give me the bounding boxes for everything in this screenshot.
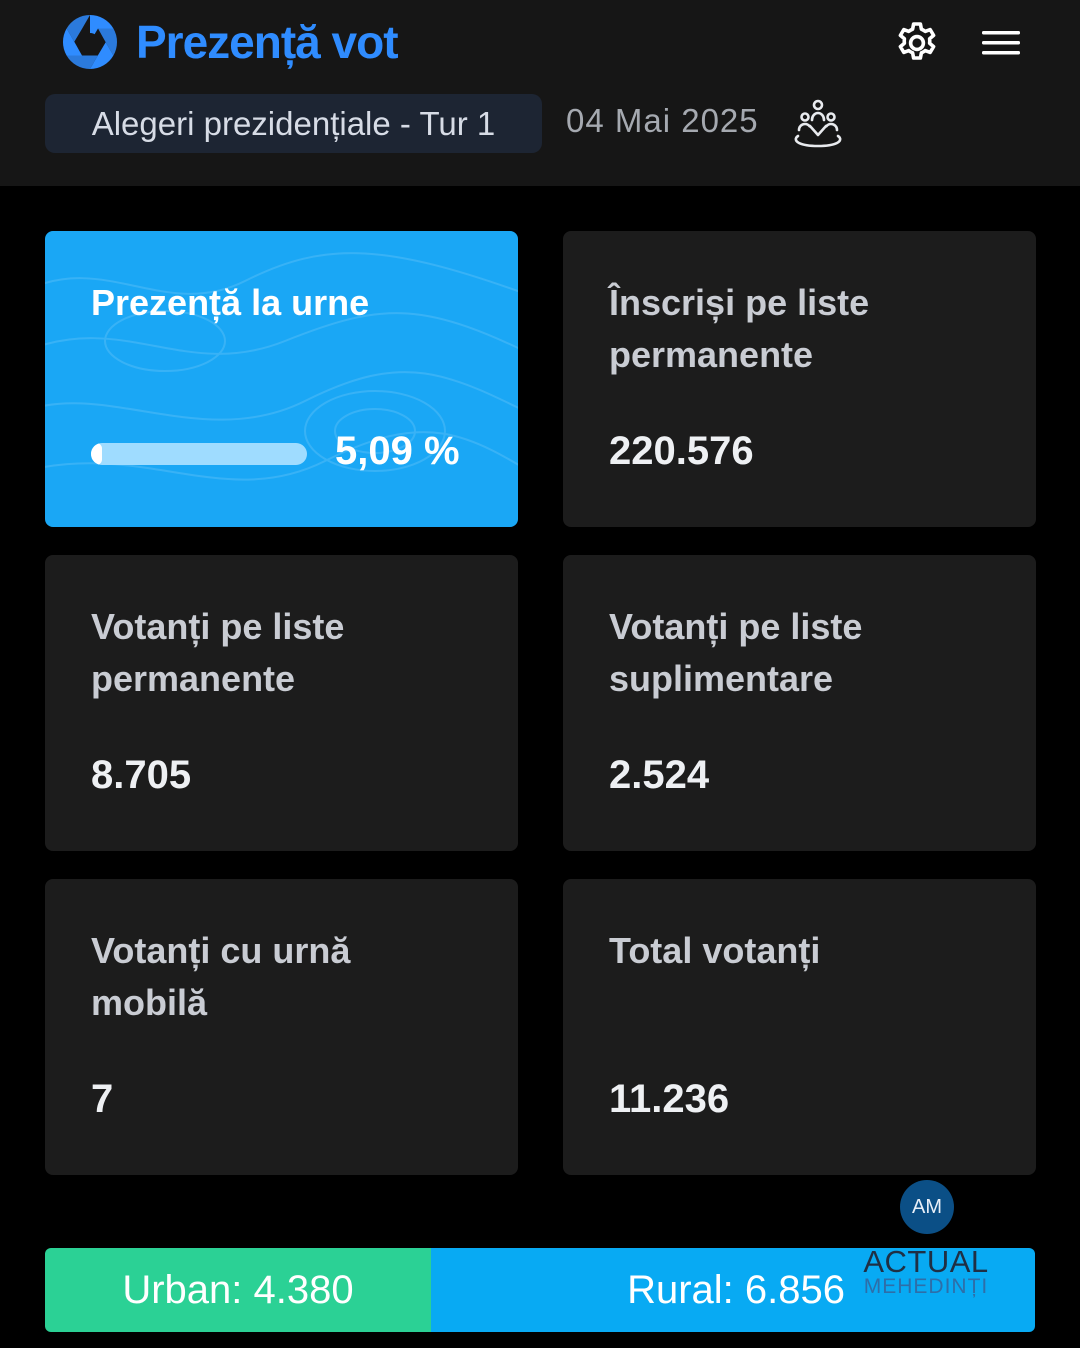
watermark-badge: AM [900,1180,954,1234]
election-date: 04 Mai 2025 [566,102,759,139]
voters-supplementary-card[interactable]: Votanți pe liste suplimentare 2.524 [563,555,1036,851]
registered-permanent-card[interactable]: Înscriși pe liste permanente 220.576 [563,231,1036,527]
app-title: Prezență vot [136,16,399,68]
settings-button[interactable] [892,18,942,68]
turnout-card[interactable]: Prezență la urne 5,09 % [45,231,518,527]
election-selector[interactable]: Alegeri prezidențiale - Tur 1 [45,94,542,153]
topographic-pattern [45,252,518,481]
hamburger-menu-icon [982,31,1020,55]
urban-segment: Urban: 4.380 [45,1248,431,1332]
turnout-progress-bar [91,443,307,465]
map-view-button[interactable] [790,96,846,152]
menu-button[interactable] [976,18,1026,68]
top-bar: Prezență vot Alegeri prezidențiale - Tur… [0,0,1080,186]
registered-permanent-label: Înscriși pe liste permanente [609,282,870,375]
urban-rural-split-bar[interactable]: Urban: 4.380 Rural: 6.856 [45,1248,1035,1332]
voters-supplementary-label: Votanți pe liste suplimentare [609,606,863,699]
voters-mobile-label: Votanți cu urnă mobilă [91,930,351,1023]
total-voters-value: 11.236 [609,1077,730,1121]
aperture-logo-icon [62,14,118,70]
rural-segment: Rural: 6.856 [430,1248,1035,1332]
gear-icon [898,22,936,60]
voters-supplementary-value: 2.524 [609,753,710,797]
voters-permanent-value: 8.705 [91,753,192,797]
total-voters-card[interactable]: Total votanți 11.236 [563,879,1036,1175]
voters-mobile-value: 7 [91,1077,114,1121]
turnout-value: 5,09 % [335,429,460,473]
registered-permanent-value: 220.576 [609,429,754,473]
total-voters-label: Total votanți [609,930,821,971]
map-pin-people-icon [794,99,842,148]
app-logo[interactable]: Prezență vot [60,12,399,72]
voters-permanent-label: Votanți pe liste permanente [91,606,345,699]
voters-permanent-card[interactable]: Votanți pe liste permanente 8.705 [45,555,518,851]
voters-mobile-card[interactable]: Votanți cu urnă mobilă 7 [45,879,518,1175]
